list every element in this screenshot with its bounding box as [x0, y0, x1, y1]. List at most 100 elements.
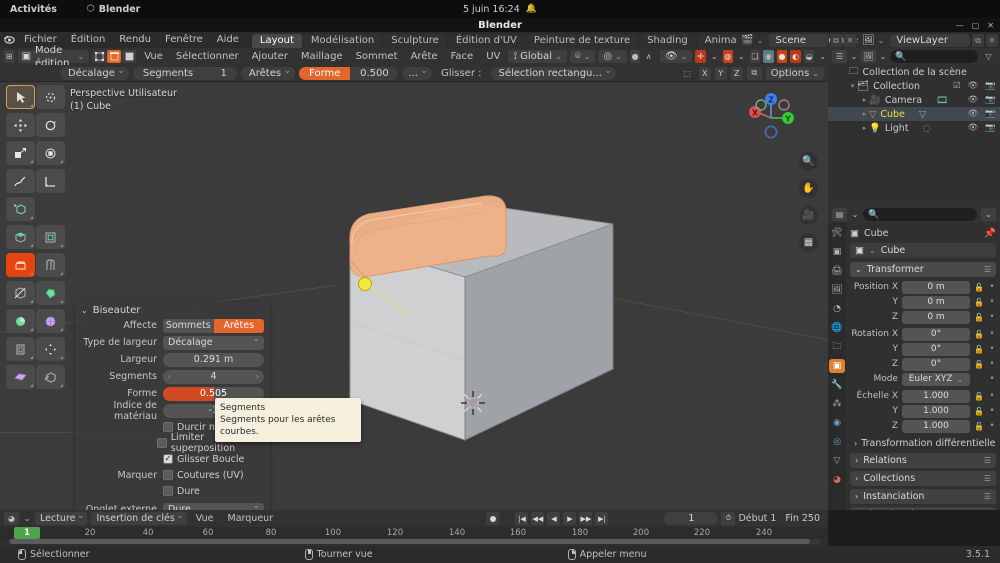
viewport-menu-selectionner[interactable]: Sélectionner	[171, 51, 244, 62]
outliner-filter-dropdown-icon[interactable]: ⌄	[879, 50, 887, 63]
measure-tool-icon[interactable]	[36, 169, 65, 193]
mesh-symmetry-icon[interactable]: ⧉	[746, 66, 762, 80]
rotation-x-value[interactable]: 0°	[902, 327, 970, 341]
close-icon[interactable]: ✕	[987, 21, 994, 30]
camera-icon[interactable]: 🎥	[799, 206, 818, 225]
menu-aide[interactable]: Aide	[210, 32, 246, 48]
viewport-menu-face[interactable]: Face	[446, 51, 479, 62]
bevel-width-type-dropdown[interactable]: Décalage	[163, 334, 264, 350]
workspace-tab-layout[interactable]: Layout	[251, 34, 302, 48]
vertex-select-icon[interactable]	[92, 50, 107, 63]
scale-y-value[interactable]: 1.000	[902, 404, 970, 418]
physics-tab-icon[interactable]: ◉	[829, 416, 845, 430]
new-scene-icon[interactable]: ⧉	[829, 33, 842, 47]
light-gizmo-icon[interactable]	[358, 277, 372, 291]
motion-paths-panel-header[interactable]: › Chemins de mouvement ☰	[850, 507, 996, 510]
falloff-curve-icon[interactable]: ∧	[643, 50, 654, 63]
animate-dot-icon[interactable]: •	[988, 359, 996, 369]
axis-x-toggle[interactable]: X	[698, 66, 711, 80]
bevel-shape-label[interactable]: Forme	[299, 66, 351, 80]
jump-start-icon[interactable]: |◀	[515, 512, 529, 525]
tweak-tool-icon[interactable]	[6, 85, 35, 109]
pin-icon[interactable]: 📌	[984, 228, 996, 239]
properties-editor-icon[interactable]: ▤	[832, 208, 847, 221]
wireframe-shading-icon[interactable]: ◉	[763, 50, 774, 63]
poly-build-tool-icon[interactable]	[36, 281, 65, 305]
checkbox-icon[interactable]: ☑	[953, 81, 961, 91]
extrude-region-tool-icon[interactable]	[6, 225, 35, 249]
knife-tool-icon[interactable]	[6, 281, 35, 305]
lock-icon[interactable]: 🔓	[974, 330, 984, 339]
outliner-row-camera[interactable]: ▸ 🎥 Camera 🎞 👁 📷	[828, 93, 1000, 107]
add-cube-tool-icon[interactable]	[6, 197, 35, 221]
camera-render-icon[interactable]: 📷	[985, 109, 996, 119]
bevel-affect-edges[interactable]: Arêtes	[213, 318, 264, 333]
bevel-tool-icon[interactable]	[6, 253, 35, 277]
visibility-selectability-icon[interactable]: 👁 ⌄	[659, 50, 693, 63]
eye-icon[interactable]: 👁	[968, 95, 979, 105]
transform-orientation-selector[interactable]: ⟟ Global ⌄	[508, 50, 567, 63]
material-shading-icon[interactable]: ◐	[790, 50, 801, 63]
properties-options-icon[interactable]: ⌄	[981, 208, 996, 221]
inset-faces-tool-icon[interactable]	[36, 225, 65, 249]
lock-icon[interactable]: 🔓	[974, 392, 984, 401]
viewlayer-name-field[interactable]: ViewLayer	[890, 33, 970, 47]
timeline-scrollbar[interactable]	[8, 539, 820, 544]
timeline-menu-vue[interactable]: Vue	[191, 513, 219, 524]
edge-select-icon[interactable]	[107, 50, 122, 63]
scale-tool-icon[interactable]	[6, 141, 35, 165]
axis-y-toggle[interactable]: Y	[714, 66, 727, 80]
bevel-width-value[interactable]: 0.291 m	[163, 352, 264, 367]
bevel-mark-seams-checkbox[interactable]	[163, 470, 173, 480]
shear-tool-icon[interactable]	[36, 337, 65, 361]
scene-name-field[interactable]: Scene	[769, 33, 828, 47]
auto-keying-icon[interactable]: ⏱	[721, 512, 736, 525]
scale-z-value[interactable]: 1.000	[902, 419, 970, 433]
interaction-mode-selector[interactable]: ▣ Mode édition ⌄	[17, 45, 90, 69]
scene-tab-icon[interactable]: ◔	[829, 302, 845, 316]
axis-z-toggle[interactable]: Z	[730, 66, 743, 80]
record-icon[interactable]	[486, 512, 500, 525]
stepper-left-icon[interactable]: ‹	[168, 372, 171, 381]
transform-panel-header[interactable]: ⌄ Transformer ☰	[850, 262, 996, 277]
options-dropdown[interactable]: Options ⌄	[765, 66, 824, 80]
animate-dot-icon[interactable]: •	[988, 421, 996, 431]
collection-tab-icon[interactable]: 🗀	[829, 340, 845, 354]
lock-icon[interactable]: 🔓	[974, 283, 984, 292]
disclosure-icon[interactable]: ▾	[848, 82, 857, 90]
viewport-menu-vue[interactable]: Vue	[139, 51, 168, 62]
proportional-edit-icon[interactable]: ◎ ⌄	[598, 50, 627, 63]
overlays-toggle-icon[interactable]: ◍	[722, 50, 734, 63]
current-frame-field[interactable]: 1	[664, 512, 719, 525]
object-name-field[interactable]: ▣ ⌄ Cube	[850, 243, 996, 258]
spin-tool-icon[interactable]	[6, 309, 35, 333]
outliner-display-icon[interactable]: ☰	[832, 50, 847, 63]
overlays-dropdown-icon[interactable]: ⌄	[736, 50, 747, 63]
workspace-tab-uv[interactable]: Édition d'UV	[447, 34, 525, 48]
properties-editor-dropdown-icon[interactable]: ⌄	[851, 208, 859, 221]
frame-start-value[interactable]: 1	[770, 513, 776, 524]
timeline-editor[interactable]: ◕ ⌄ Lecture Insertion de clés Vue Marque…	[0, 510, 828, 546]
bevel-width-type-selector[interactable]: Décalage	[60, 65, 129, 80]
lock-icon[interactable]: 🔓	[974, 407, 984, 416]
rip-region-tool-icon[interactable]	[6, 365, 35, 389]
data-tab-icon[interactable]: ▽	[829, 454, 845, 468]
rip-edge-tool-icon[interactable]	[36, 365, 65, 389]
eye-icon[interactable]: 👁	[968, 123, 979, 133]
location-x-value[interactable]: 0 m	[902, 280, 970, 294]
solid-shading-icon[interactable]: ●	[776, 50, 788, 63]
viewport-menu-uv[interactable]: UV	[481, 51, 505, 62]
viewport-menu-maillage[interactable]: Maillage	[296, 51, 348, 62]
bevel-segments-stepper[interactable]: ‹ 4 ›	[163, 369, 264, 384]
constraints-tab-icon[interactable]: ◎	[829, 435, 845, 449]
playhead[interactable]: 1	[14, 527, 40, 539]
bevel-shape-value[interactable]: 0.500	[350, 66, 399, 80]
outliner-editor[interactable]: ☰ ⌄ 🖼 ⌄ 🔍 ▽ 🗀 Collection de la scène ▾ 🗂…	[828, 48, 1000, 206]
jump-end-icon[interactable]: ▶|	[595, 512, 609, 525]
rendered-shading-icon[interactable]: ◒	[803, 50, 815, 63]
timeline-editor-icon[interactable]: ◕	[4, 512, 19, 525]
desktop-clock[interactable]: 5 juin 16:24 🔔	[463, 4, 537, 15]
transform-tool-icon[interactable]	[36, 141, 65, 165]
snap-invert-icon[interactable]: ⬚	[680, 67, 695, 80]
disclosure-icon[interactable]: ▸	[860, 96, 869, 104]
